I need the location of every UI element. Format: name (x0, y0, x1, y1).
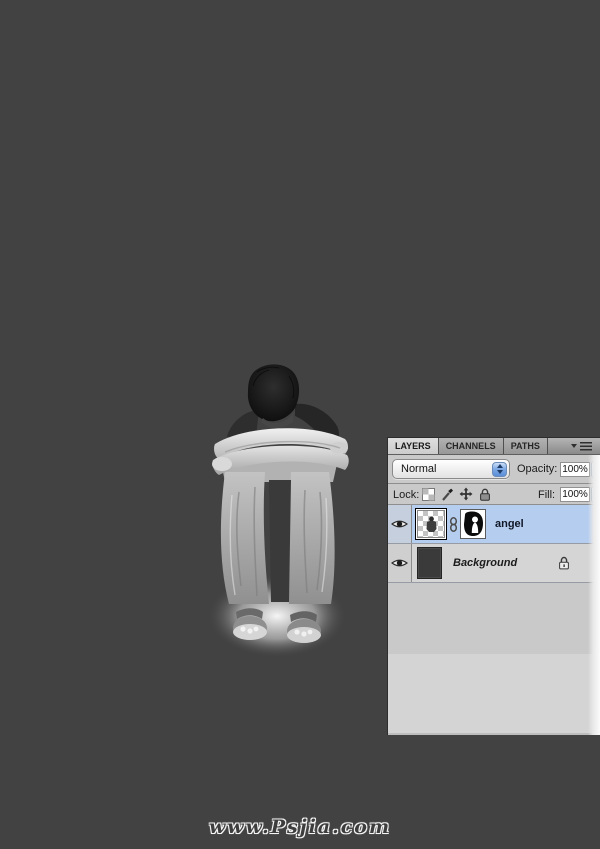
layer-body: Background (412, 544, 600, 582)
fill-dropdown-icon[interactable] (591, 486, 600, 503)
tab-layers[interactable]: LAYERS (388, 438, 439, 454)
tab-paths[interactable]: PATHS (504, 438, 548, 454)
lock-position-icon[interactable] (459, 487, 473, 501)
opacity-dropdown-icon[interactable] (591, 461, 600, 478)
layers-panel: LAYERS CHANNELS PATHS Normal Opacity: 10… (387, 437, 600, 735)
background-lock-icon (558, 556, 570, 570)
layer-list-empty-area (388, 654, 600, 735)
opacity-input[interactable]: 100% (560, 462, 590, 477)
fill-label[interactable]: Fill: (538, 489, 555, 501)
eye-icon (391, 518, 408, 530)
fill-input[interactable]: 100% (560, 487, 590, 502)
blend-mode-stepper-icon[interactable] (492, 462, 507, 477)
stepper-down-icon (497, 470, 503, 474)
transparency-checker (418, 511, 444, 537)
mini-figure-icon (425, 516, 438, 533)
watermark-text: www.Psjia.com (0, 816, 600, 838)
lock-fill-row: Lock: Fill: 100% (388, 484, 600, 505)
panel-menu-icon[interactable] (571, 438, 600, 454)
panel-menu-lines-icon (580, 442, 592, 451)
blend-mode-value: Normal (401, 463, 436, 475)
layer-thumbnail-angel[interactable] (415, 508, 447, 540)
panel-tab-bar: LAYERS CHANNELS PATHS (388, 437, 600, 455)
photoshop-workspace: { "canvas": { "background_color": "#4242… (0, 0, 600, 849)
layer-row-background[interactable]: Background (388, 544, 600, 583)
lock-transparency-icon[interactable] (421, 487, 435, 501)
visibility-toggle[interactable] (388, 505, 412, 543)
layer-name-background[interactable]: Background (453, 557, 517, 569)
blend-opacity-row: Normal Opacity: 100% (388, 455, 600, 484)
link-icon (449, 517, 458, 532)
dropdown-triangle-icon (594, 468, 600, 472)
opacity-label[interactable]: Opacity: (517, 463, 557, 475)
blend-mode-select[interactable]: Normal (392, 459, 510, 479)
lock-all-icon[interactable] (478, 487, 492, 501)
sitting-man-illustration (205, 360, 355, 660)
panel-menu-triangle-icon (571, 444, 577, 448)
visibility-toggle[interactable] (388, 544, 412, 582)
layer-body: angel (412, 505, 600, 543)
canvas-photo-sitting-man (205, 360, 355, 660)
lock-paint-icon[interactable] (440, 487, 454, 501)
tab-bar-spacer (548, 438, 571, 454)
mask-content (461, 510, 485, 538)
layer-mask-thumbnail[interactable] (460, 509, 486, 539)
dropdown-triangle-icon (594, 493, 600, 497)
lock-buttons (421, 487, 492, 501)
eye-icon (391, 557, 408, 569)
stepper-up-icon (497, 464, 503, 468)
layer-row-angel[interactable]: angel (388, 505, 600, 544)
fill-control: 100% (560, 486, 600, 503)
tab-channels[interactable]: CHANNELS (439, 438, 504, 454)
opacity-control: 100% (560, 461, 600, 478)
layer-thumbnail-background[interactable] (417, 547, 442, 579)
layer-name-angel[interactable]: angel (495, 518, 524, 530)
lock-label: Lock: (393, 489, 419, 501)
